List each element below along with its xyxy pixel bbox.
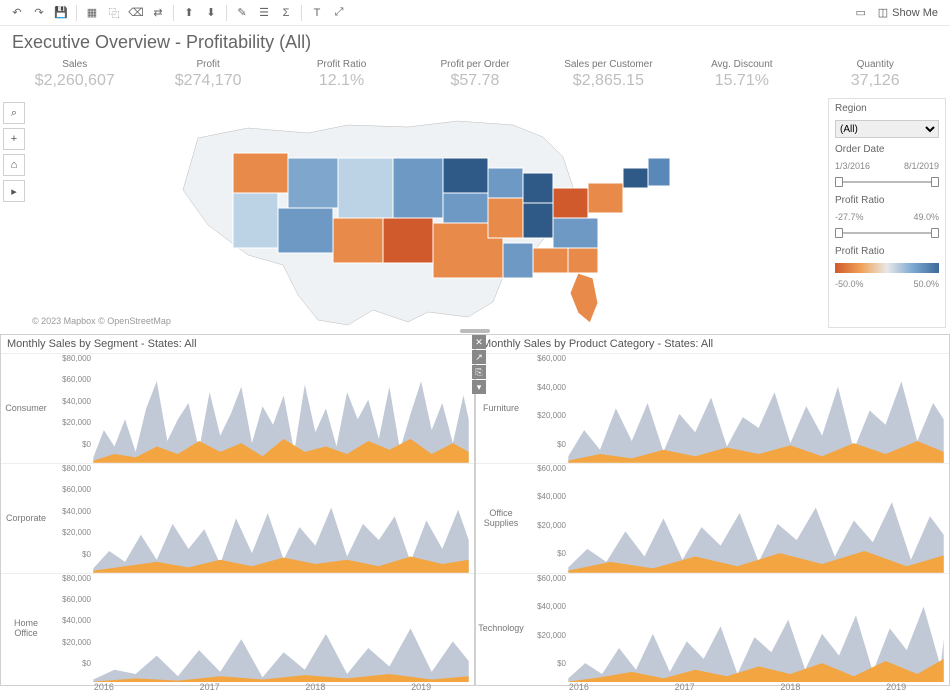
segment-chart-title: Monthly Sales by Segment - States: All bbox=[1, 335, 474, 354]
profit-ratio-map[interactable]: © 2023 Mapbox © OpenStreetMap bbox=[28, 98, 828, 328]
profitratio-color-label: Profit Ratio bbox=[835, 246, 939, 257]
kpi-row: Sales$2,260,607 Profit$274,170 Profit Ra… bbox=[0, 55, 950, 98]
furniture-plot[interactable]: $60,000$40,000$20,000$0 bbox=[526, 354, 949, 463]
map-tool-column: ⌕ + ⌂ ▸ bbox=[0, 98, 28, 328]
panel-toolbar: ✕ ↗ ⎘ ▾ bbox=[472, 335, 486, 395]
category-chart-panel[interactable]: Monthly Sales by Product Category - Stat… bbox=[475, 334, 950, 686]
kpi-quantity[interactable]: Quantity37,126 bbox=[809, 59, 942, 90]
category-chart-title: Monthly Sales by Product Category - Stat… bbox=[476, 335, 949, 354]
redo-icon[interactable]: ↷ bbox=[28, 3, 50, 23]
duplicate-icon[interactable]: ⿻ bbox=[103, 3, 125, 23]
keep-only-icon[interactable]: ⎘ bbox=[472, 365, 486, 379]
map-section: ⌕ + ⌂ ▸ bbox=[0, 98, 950, 328]
region-filter-dropdown[interactable]: (All) bbox=[835, 120, 939, 138]
filter-panel: Region (All) Order Date 1/3/20168/1/2019… bbox=[828, 98, 946, 328]
orderdate-slider[interactable] bbox=[835, 177, 939, 189]
highlight-icon[interactable]: ✎ bbox=[231, 3, 253, 23]
kpi-sales[interactable]: Sales$2,260,607 bbox=[8, 59, 141, 90]
fit-icon[interactable]: ⤢ bbox=[328, 3, 350, 23]
row-label-home-office: Home Office bbox=[1, 574, 51, 683]
kpi-profit-per-order[interactable]: Profit per Order$57.78 bbox=[408, 59, 541, 90]
save-icon[interactable]: 💾 bbox=[50, 3, 72, 23]
kpi-avg-discount[interactable]: Avg. Discount15.71% bbox=[675, 59, 808, 90]
search-icon[interactable]: ⌕ bbox=[3, 102, 25, 124]
new-sheet-icon[interactable]: ▦ bbox=[81, 3, 103, 23]
undo-icon[interactable]: ↶ bbox=[6, 3, 28, 23]
app-toolbar: ↶ ↷ 💾 ▦ ⿻ ⌫ ⇄ ⬆ ⬇ ✎ ☰ Σ T ⤢ ▭ ◫Show Me bbox=[0, 0, 950, 26]
swap-icon[interactable]: ⇄ bbox=[147, 3, 169, 23]
row-label-technology: Technology bbox=[476, 574, 526, 683]
profitratio-filter-label: Profit Ratio bbox=[835, 195, 939, 206]
profitratio-slider[interactable] bbox=[835, 228, 939, 240]
kpi-sales-per-customer[interactable]: Sales per Customer$2,865.15 bbox=[542, 59, 675, 90]
kpi-profit-ratio[interactable]: Profit Ratio12.1% bbox=[275, 59, 408, 90]
clear-icon[interactable]: ⌫ bbox=[125, 3, 147, 23]
sort-desc-icon[interactable]: ⬇ bbox=[200, 3, 222, 23]
showme-button[interactable]: ◫Show Me bbox=[872, 4, 944, 21]
consumer-plot[interactable]: $80,000$60,000$40,000$20,000$0 bbox=[51, 354, 474, 463]
labels-icon[interactable]: T bbox=[306, 3, 328, 23]
kpi-profit[interactable]: Profit$274,170 bbox=[141, 59, 274, 90]
office-supplies-plot[interactable]: $60,000$40,000$20,000$0 bbox=[526, 464, 949, 573]
zoom-in-icon[interactable]: + bbox=[3, 128, 25, 150]
dashboard-title: Executive Overview - Profitability (All) bbox=[0, 26, 950, 55]
orderdate-filter-label: Order Date bbox=[835, 144, 939, 155]
row-label-corporate: Corporate bbox=[1, 464, 51, 573]
zoom-home-icon[interactable]: ⌂ bbox=[3, 154, 25, 176]
home-office-plot[interactable]: $80,000$60,000$40,000$20,000$0 bbox=[51, 574, 474, 683]
corporate-plot[interactable]: $80,000$60,000$40,000$20,000$0 bbox=[51, 464, 474, 573]
goto-sheet-icon[interactable]: ↗ bbox=[472, 350, 486, 364]
row-label-office-supplies: Office Supplies bbox=[476, 464, 526, 573]
category-x-axis: 2016201720182019 bbox=[476, 682, 949, 692]
profitratio-color-legend bbox=[835, 263, 939, 273]
close-icon[interactable]: ✕ bbox=[472, 335, 486, 349]
technology-plot[interactable]: $60,000$40,000$20,000$0 bbox=[526, 574, 949, 683]
segment-chart-panel[interactable]: ✕ ↗ ⎘ ▾ Monthly Sales by Segment - State… bbox=[0, 334, 475, 686]
filter-icon[interactable]: ▾ bbox=[472, 380, 486, 394]
sort-asc-icon[interactable]: ⬆ bbox=[178, 3, 200, 23]
totals-icon[interactable]: Σ bbox=[275, 3, 297, 23]
map-attribution: © 2023 Mapbox © OpenStreetMap bbox=[32, 316, 171, 326]
charts-row: ✕ ↗ ⎘ ▾ Monthly Sales by Segment - State… bbox=[0, 334, 950, 686]
segment-x-axis: 2016201720182019 bbox=[1, 682, 474, 692]
presentation-icon[interactable]: ▭ bbox=[850, 3, 872, 23]
row-label-consumer: Consumer bbox=[1, 354, 51, 463]
zoom-area-icon[interactable]: ▸ bbox=[3, 180, 25, 202]
region-filter-label: Region bbox=[835, 103, 939, 114]
group-icon[interactable]: ☰ bbox=[253, 3, 275, 23]
